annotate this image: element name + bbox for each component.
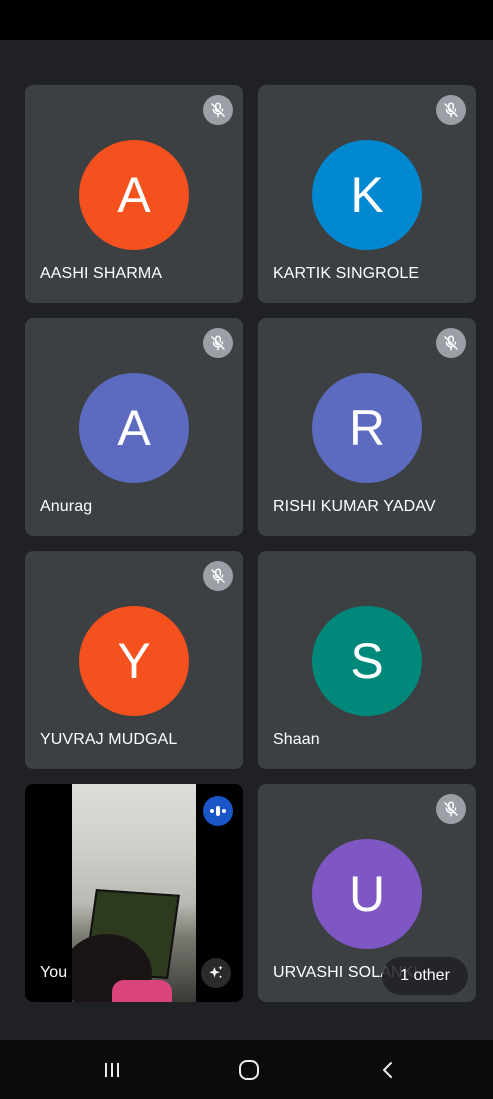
participant-name: You xyxy=(40,964,68,981)
participant-tile[interactable]: A Anurag xyxy=(25,318,243,536)
avatar: A xyxy=(79,140,189,250)
participant-name: YUVRAJ MUDGAL xyxy=(40,731,178,748)
avatar: R xyxy=(312,373,422,483)
others-chip[interactable]: 1 other xyxy=(382,957,468,995)
system-nav-bar xyxy=(0,1040,493,1099)
sparkle-effects-icon[interactable] xyxy=(201,958,231,988)
participant-name: AASHI SHARMA xyxy=(40,265,163,282)
participant-tile[interactable]: R RISHI KUMAR YADAV xyxy=(258,318,476,536)
speaking-indicator-icon xyxy=(203,796,233,826)
status-bar xyxy=(0,0,493,40)
mic-off-icon xyxy=(203,328,233,358)
participant-tile[interactable]: Y YUVRAJ MUDGAL xyxy=(25,551,243,769)
avatar: U xyxy=(312,839,422,949)
participant-tile[interactable]: K KARTIK SINGROLE xyxy=(258,85,476,303)
participant-name: Shaan xyxy=(273,731,320,748)
avatar: K xyxy=(312,140,422,250)
avatar: A xyxy=(79,373,189,483)
participant-name: RISHI KUMAR YADAV xyxy=(273,498,436,515)
home-icon[interactable] xyxy=(219,1040,279,1099)
mic-off-icon xyxy=(436,794,466,824)
mic-off-icon xyxy=(436,95,466,125)
mic-off-icon xyxy=(203,95,233,125)
back-icon[interactable] xyxy=(358,1040,418,1099)
self-camera-preview xyxy=(72,784,196,1002)
avatar: S xyxy=(312,606,422,716)
mic-off-icon xyxy=(436,328,466,358)
recents-icon[interactable] xyxy=(82,1040,142,1099)
self-video-tile[interactable]: You xyxy=(25,784,243,1002)
participant-tile[interactable]: S Shaan xyxy=(258,551,476,769)
participant-name: KARTIK SINGROLE xyxy=(273,265,420,282)
avatar: Y xyxy=(79,606,189,716)
participant-tile[interactable]: A AASHI SHARMA xyxy=(25,85,243,303)
mic-off-icon xyxy=(203,561,233,591)
participant-name: Anurag xyxy=(40,498,93,515)
